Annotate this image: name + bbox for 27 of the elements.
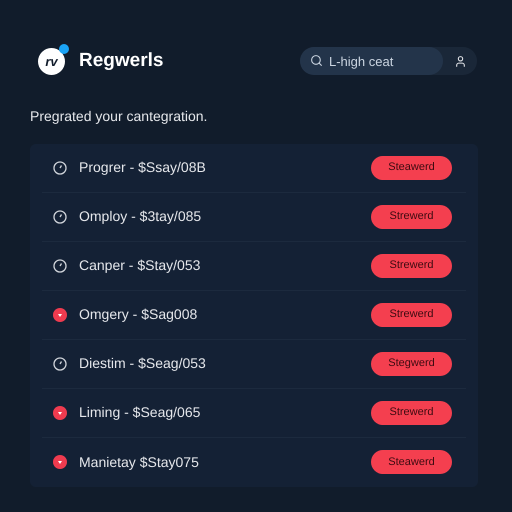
item-label: Canper - $Stay/053 bbox=[79, 256, 200, 275]
status-button[interactable]: Strewerd bbox=[371, 254, 452, 278]
clock-icon bbox=[53, 160, 67, 174]
status-button[interactable]: Stegwerd bbox=[371, 352, 452, 376]
logo: rv bbox=[38, 48, 65, 75]
item-label: Progrer - $Ssay/08B bbox=[79, 158, 206, 177]
app-title: Regwerls bbox=[79, 49, 164, 73]
status-button[interactable]: Strewerd bbox=[371, 204, 452, 228]
status-button[interactable]: Strewerd bbox=[371, 400, 452, 424]
item-label: Diestim - $Seag/053 bbox=[79, 354, 206, 373]
clock-icon bbox=[53, 258, 67, 272]
search-icon bbox=[310, 54, 323, 68]
clock-icon bbox=[53, 356, 67, 370]
item-label: Omgery - $Sag008 bbox=[79, 305, 198, 324]
clock-icon bbox=[53, 210, 67, 224]
item-label: Liming - $Seag/065 bbox=[79, 403, 200, 422]
alert-icon bbox=[53, 455, 67, 469]
alert-icon bbox=[53, 308, 67, 322]
status-button[interactable]: Steawerd bbox=[371, 156, 452, 180]
status-button[interactable]: Steawerd bbox=[371, 450, 452, 474]
search-field[interactable]: L-high ceat bbox=[300, 47, 443, 76]
item-label: Manietay $Stay075 bbox=[79, 452, 199, 472]
item-label: Omploy - $3tay/085 bbox=[79, 207, 202, 226]
status-button[interactable]: Strewerd bbox=[371, 302, 452, 326]
alert-icon bbox=[53, 406, 67, 420]
subtitle: Pregrated your cantegration. bbox=[29, 106, 208, 126]
user-icon bbox=[454, 54, 466, 68]
